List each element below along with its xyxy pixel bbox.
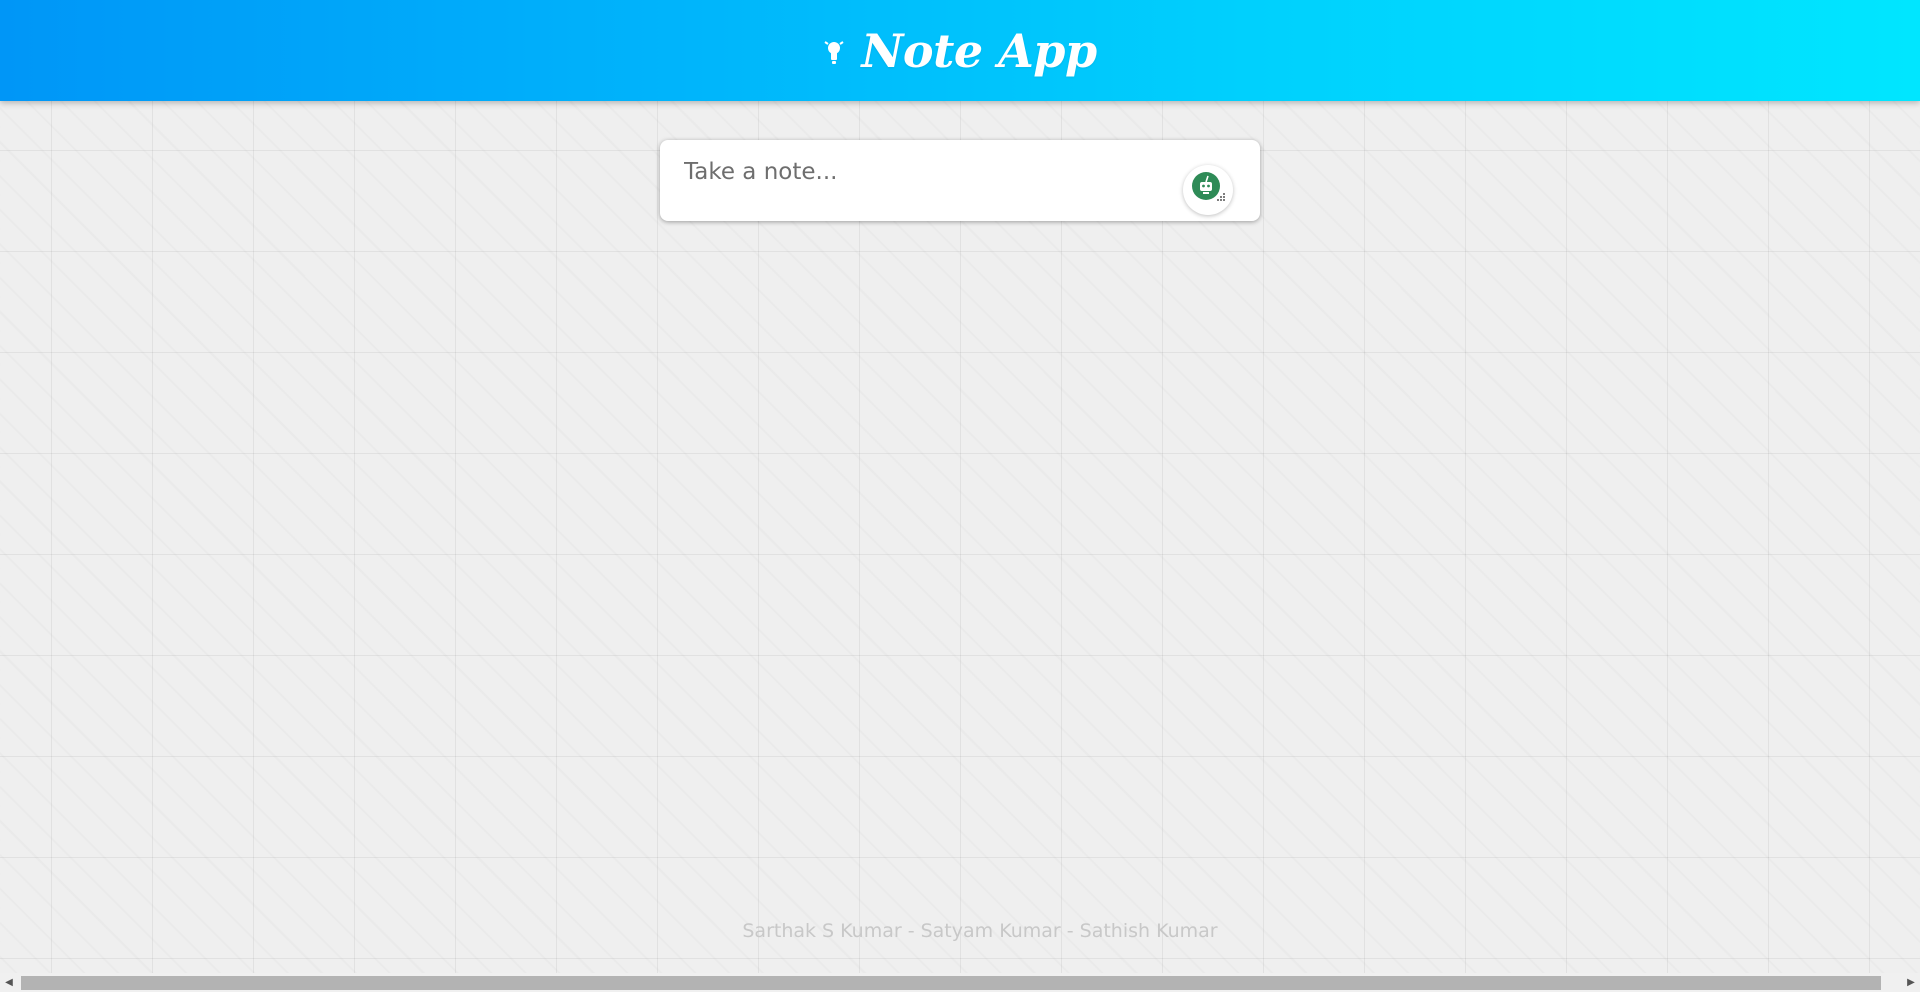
brand: Note App — [823, 23, 1097, 78]
note-composer[interactable] — [660, 140, 1260, 221]
grammar-assistant-button[interactable] — [1183, 165, 1233, 215]
scroll-left-arrow[interactable]: ◀ — [0, 973, 18, 992]
app-header: Note App — [0, 0, 1920, 101]
lightbulb-icon — [823, 36, 845, 66]
note-input[interactable] — [684, 156, 1164, 188]
horizontal-scrollbar[interactable]: ◀ ▶ — [0, 973, 1920, 992]
scroll-right-arrow[interactable]: ▶ — [1902, 973, 1920, 992]
scroll-thumb[interactable] — [21, 976, 1881, 990]
grammar-assistant-icon — [1191, 171, 1225, 210]
footer-credits: Sarthak S Kumar - Satyam Kumar - Sathish… — [742, 920, 1218, 942]
app-title: Note App — [861, 23, 1097, 78]
